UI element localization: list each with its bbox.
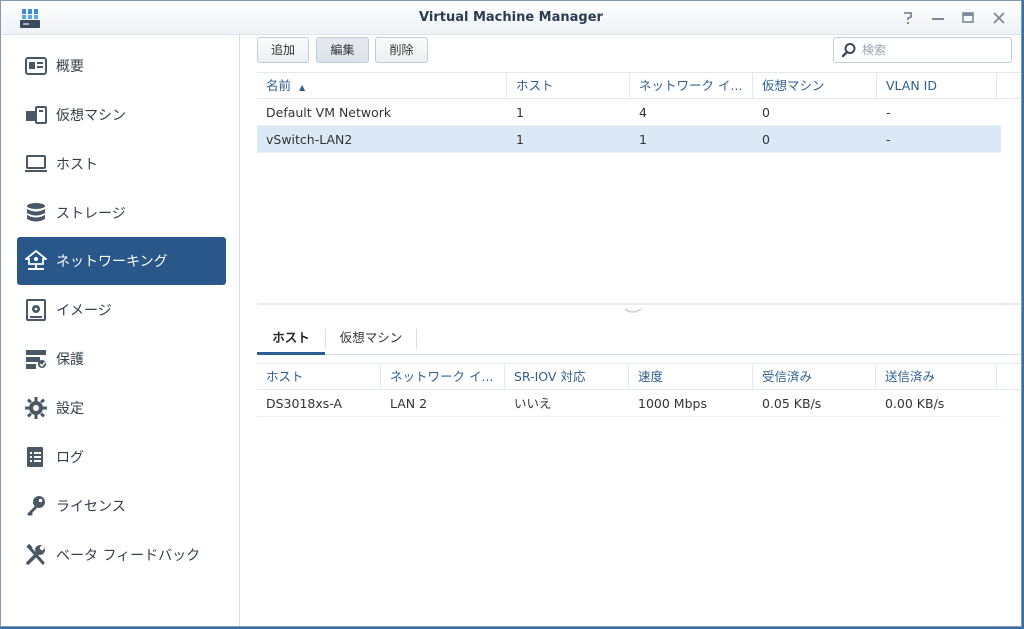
sidebar: 概要 仮想マシン ホスト ストレージ ネットワーキング イメージ 保護 設定 ロ…: [1, 35, 240, 626]
sort-ascending-icon: ▲: [299, 83, 306, 92]
sidebar-item-label: ログ: [56, 450, 84, 466]
edit-button[interactable]: 編集: [316, 37, 369, 63]
maximize-icon[interactable]: [959, 9, 977, 27]
add-button[interactable]: 追加: [257, 37, 309, 63]
network-table: 名前 ▲ ホスト ネットワーク イ... 仮想マシン VLAN ID Defau…: [257, 72, 1021, 302]
sidebar-item-vm[interactable]: 仮想マシン: [17, 91, 226, 139]
detail-tabs: ホスト 仮想マシン: [257, 323, 1021, 355]
sidebar-item-protection[interactable]: 保護: [17, 335, 226, 383]
column-header-network-interface[interactable]: ネットワーク イ...: [381, 364, 505, 390]
storage-icon: [25, 202, 47, 224]
splitter-grip-icon[interactable]: [623, 307, 643, 315]
sidebar-item-label: ライセンス: [56, 499, 126, 515]
wrench-icon: [25, 544, 47, 566]
sidebar-item-label: 概要: [56, 59, 84, 75]
network-table-header: 名前 ▲ ホスト ネットワーク イ... 仮想マシン VLAN ID: [257, 72, 1021, 99]
vmm-window: Virtual Machine Manager 概要 仮想マシン ホスト ストレ…: [0, 0, 1022, 627]
gear-icon: [25, 397, 47, 419]
column-header-host[interactable]: ホスト: [257, 364, 381, 390]
cell-name: Default VM Network: [266, 105, 392, 120]
column-header-sriov[interactable]: SR-IOV 対応: [505, 364, 629, 390]
search-box[interactable]: [833, 37, 1012, 63]
column-header-sent[interactable]: 送信済み: [876, 364, 997, 390]
column-header-received[interactable]: 受信済み: [753, 364, 876, 390]
column-header-name[interactable]: 名前 ▲: [257, 73, 507, 99]
cell-received: 0.05 KB/s: [762, 396, 822, 411]
column-header-speed[interactable]: 速度: [629, 364, 753, 390]
search-icon: [841, 43, 856, 58]
protection-icon: [25, 348, 47, 370]
sidebar-item-image[interactable]: イメージ: [17, 286, 226, 334]
log-icon: [25, 446, 47, 468]
sidebar-item-networking[interactable]: ネットワーキング: [17, 237, 226, 285]
pane-splitter[interactable]: [257, 303, 1021, 305]
cell-vlan-id: -: [886, 105, 891, 120]
window-title: Virtual Machine Manager: [419, 10, 603, 25]
main-panel: 追加 編集 削除 名前 ▲ ホスト ネットワーク イ... 仮想マシン VLAN…: [241, 35, 1021, 626]
column-header-host[interactable]: ホスト: [507, 73, 630, 99]
sidebar-item-label: イメージ: [56, 303, 112, 319]
cell-sriov: いいえ: [514, 396, 552, 411]
sidebar-item-settings[interactable]: 設定: [17, 384, 226, 432]
table-row-selected[interactable]: vSwitch-LAN2 1 1 0 -: [257, 126, 1001, 153]
tab-host[interactable]: ホスト: [257, 323, 325, 355]
search-input[interactable]: [862, 41, 1007, 59]
tab-divider: [416, 329, 417, 349]
table-row[interactable]: Default VM Network 1 4 0 -: [257, 99, 1001, 126]
cell-vlan-id: -: [886, 132, 891, 147]
cell-vm: 0: [762, 132, 770, 147]
sidebar-item-log[interactable]: ログ: [17, 433, 226, 481]
cell-speed: 1000 Mbps: [638, 396, 707, 411]
image-icon: [25, 299, 47, 321]
minimize-icon[interactable]: [929, 9, 947, 27]
sidebar-item-label: ネットワーキング: [56, 254, 168, 270]
sidebar-item-label: 設定: [56, 401, 84, 417]
table-row[interactable]: DS3018xs-A LAN 2 いいえ 1000 Mbps 0.05 KB/s…: [257, 390, 1001, 417]
sidebar-item-storage[interactable]: ストレージ: [17, 189, 226, 237]
close-icon[interactable]: [990, 9, 1008, 27]
tab-vm[interactable]: 仮想マシン: [326, 323, 416, 355]
cell-network-interface: 4: [639, 105, 647, 120]
sidebar-item-label: ベータ フィードバック: [56, 548, 201, 564]
column-header-vlan-id[interactable]: VLAN ID: [877, 73, 997, 99]
sidebar-item-label: 仮想マシン: [56, 108, 126, 124]
title-bar: Virtual Machine Manager: [1, 1, 1021, 35]
sidebar-item-overview[interactable]: 概要: [17, 42, 226, 90]
cell-sent: 0.00 KB/s: [885, 396, 945, 411]
host-table-header: ホスト ネットワーク イ... SR-IOV 対応 速度 受信済み 送信済み: [257, 363, 1021, 390]
cell-host: 1: [516, 132, 524, 147]
sidebar-item-beta-feedback[interactable]: ベータ フィードバック: [17, 531, 226, 579]
cell-vm: 0: [762, 105, 770, 120]
host-table: ホスト ネットワーク イ... SR-IOV 対応 速度 受信済み 送信済み D…: [257, 363, 1021, 423]
cell-network-interface: LAN 2: [390, 396, 428, 411]
key-icon: [25, 495, 47, 517]
host-icon: [25, 153, 47, 175]
cell-name: vSwitch-LAN2: [266, 132, 353, 147]
vm-icon: [25, 104, 47, 126]
sidebar-item-host[interactable]: ホスト: [17, 140, 226, 188]
column-header-vm[interactable]: 仮想マシン: [753, 73, 877, 99]
cell-host: 1: [516, 105, 524, 120]
cell-host: DS3018xs-A: [266, 396, 343, 411]
sidebar-item-label: ホスト: [56, 157, 98, 173]
sidebar-item-label: 保護: [56, 352, 84, 368]
sidebar-item-license[interactable]: ライセンス: [17, 482, 226, 530]
network-icon: [25, 250, 47, 272]
overview-icon: [25, 55, 47, 77]
delete-button[interactable]: 削除: [375, 37, 428, 63]
cell-network-interface: 1: [639, 132, 647, 147]
sidebar-item-label: ストレージ: [56, 206, 126, 222]
column-header-network-interface[interactable]: ネットワーク イ...: [630, 73, 753, 99]
help-icon[interactable]: [899, 9, 917, 27]
